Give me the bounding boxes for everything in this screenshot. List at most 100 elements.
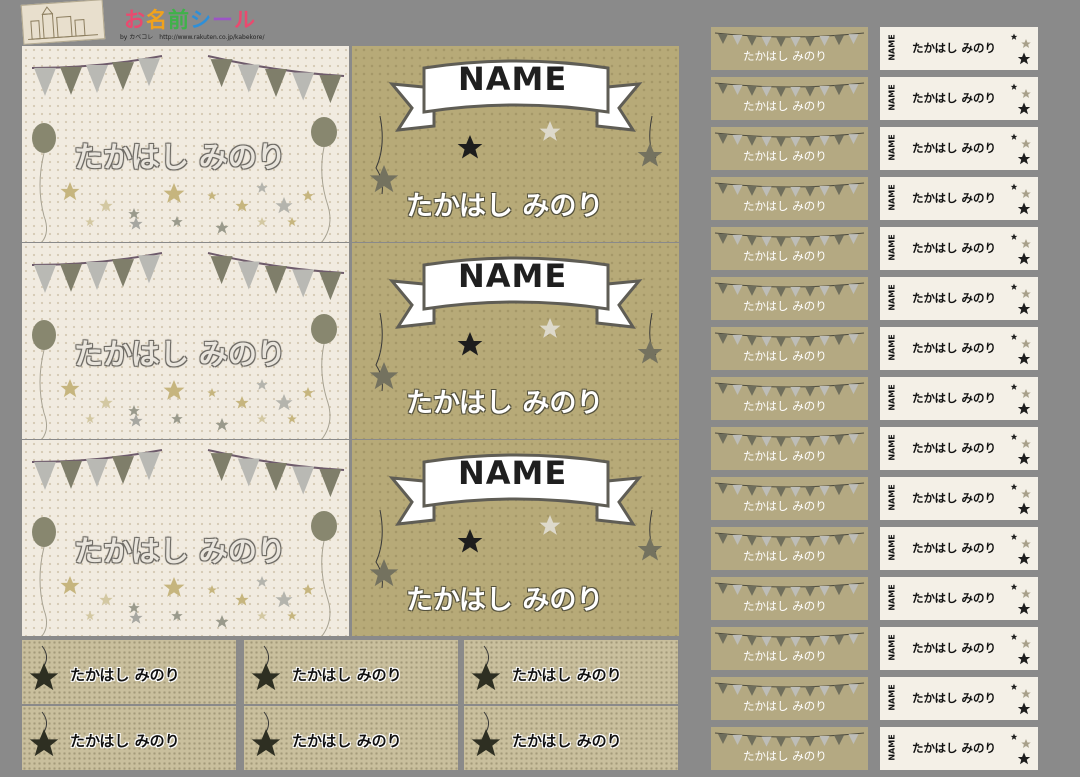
star-icon [471,729,501,757]
star-icon [637,143,663,167]
star-icon [129,414,143,427]
name-text: たかはし みのり [743,499,827,513]
mini-bunting-label: たかはし みのり [711,227,868,270]
mini-bunting-label: たかはし みのり [711,527,868,570]
star-icon [1017,152,1031,165]
ribbon-name-title: NAME [458,454,568,492]
star-icon [1021,639,1031,649]
star-icon [1017,452,1031,465]
star-icon [163,380,185,400]
name-text: たかはし みのり [743,299,827,313]
star-icon [207,388,217,398]
mini-cream-label: NAME たかはし みのり [880,427,1038,470]
star-icon [1021,89,1031,99]
star-icon [1010,383,1018,390]
star-icon [1017,752,1031,765]
star-icon [128,405,140,416]
star-icon [1017,502,1031,515]
name-text: たかはし みのり [743,449,827,463]
balloon-icon [311,117,337,147]
name-text: たかはし みのり [743,599,827,613]
star-icon [539,515,561,535]
star-icon [1017,652,1031,665]
star-name-label: たかはし みのり [464,640,678,704]
mini-cream-label: NAME たかはし みのり [880,727,1038,770]
mini-bunting-label: たかはし みのり [711,77,868,120]
star-name-label: たかはし みのり [244,706,458,770]
star-icon [171,610,183,621]
balloon-icon [32,123,56,153]
star-icon [128,602,140,613]
mini-bunting-label: たかはし みのり [711,327,868,370]
star-icon [1021,589,1031,599]
star-icon [235,199,249,212]
name-text: たかはし みのり [743,349,827,363]
mini-cream-label: NAME たかはし みのり [880,577,1038,620]
name-text: たかはし みのり [743,749,827,763]
mini-bunting-label: たかはし みのり [711,627,868,670]
star-icon [302,190,314,201]
star-name-label: たかはし みのり [244,640,458,704]
brand-logo [20,0,106,45]
mini-bunting-label: たかはし みのり [711,27,868,70]
khaki-name-label: NAME たかはし みのり [352,243,679,439]
name-text: たかはし みのり [74,337,286,371]
star-icon [1010,683,1018,690]
khaki-name-label: NAME たかはし みのり [352,440,679,636]
name-text: たかはし みのり [70,732,180,750]
star-icon [235,396,249,409]
star-icon [1021,139,1031,149]
star-icon [29,663,59,691]
mini-bunting-label: たかはし みのり [711,577,868,620]
star-icon [60,576,80,595]
star-icon [128,208,140,219]
mini-bunting-label: たかはし みのり [711,277,868,320]
ribbon-name-title: NAME [458,257,568,295]
name-text: たかはし みのり [743,249,827,263]
star-icon [1017,102,1031,115]
name-text: たかはし みのり [512,666,622,684]
name-text: たかはし みのり [70,666,180,684]
name-text: たかはし みのり [743,199,827,213]
star-icon [171,216,183,227]
name-text: たかはし みのり [743,399,827,413]
star-icon [1021,539,1031,549]
star-icon [1021,39,1031,49]
star-icon [275,197,293,214]
star-icon [369,362,399,390]
star-icon [1010,583,1018,590]
star-icon [1021,739,1031,749]
star-icon [1017,52,1031,65]
star-icon [302,387,314,398]
star-icon [1010,533,1018,540]
cream-name-label: たかはし みのり [22,440,349,637]
star-icon [1010,83,1018,90]
star-icon [637,340,663,364]
star-icon [287,217,297,227]
balloon-icon [32,320,56,350]
star-icon [163,577,185,597]
mini-bunting-label: たかはし みのり [711,477,868,520]
star-icon [1017,402,1031,415]
star-icon [251,729,281,757]
mini-cream-label: NAME たかはし みのり [880,527,1038,570]
name-text: たかはし みのり [743,699,827,713]
name-text: たかはし みのり [512,732,622,750]
star-icon [99,199,113,212]
name-text: たかはし みのり [743,49,827,63]
star-icon [1017,602,1031,615]
balloon-icon [311,511,337,541]
star-icon [302,584,314,595]
mini-cream-label: NAME たかはし みのり [880,277,1038,320]
mini-cream-label: NAME たかはし みのり [880,77,1038,120]
cream-name-label: たかはし みのり [22,46,349,243]
star-icon [1017,252,1031,265]
star-icon [257,217,267,227]
name-text: たかはし みのり [743,549,827,563]
name-text: たかはし みのり [743,149,827,163]
star-icon [539,318,561,338]
star-name-label: たかはし みのり [464,706,678,770]
balloon-icon [311,314,337,344]
star-icon [215,418,229,431]
name-text: たかはし みのり [406,388,604,419]
